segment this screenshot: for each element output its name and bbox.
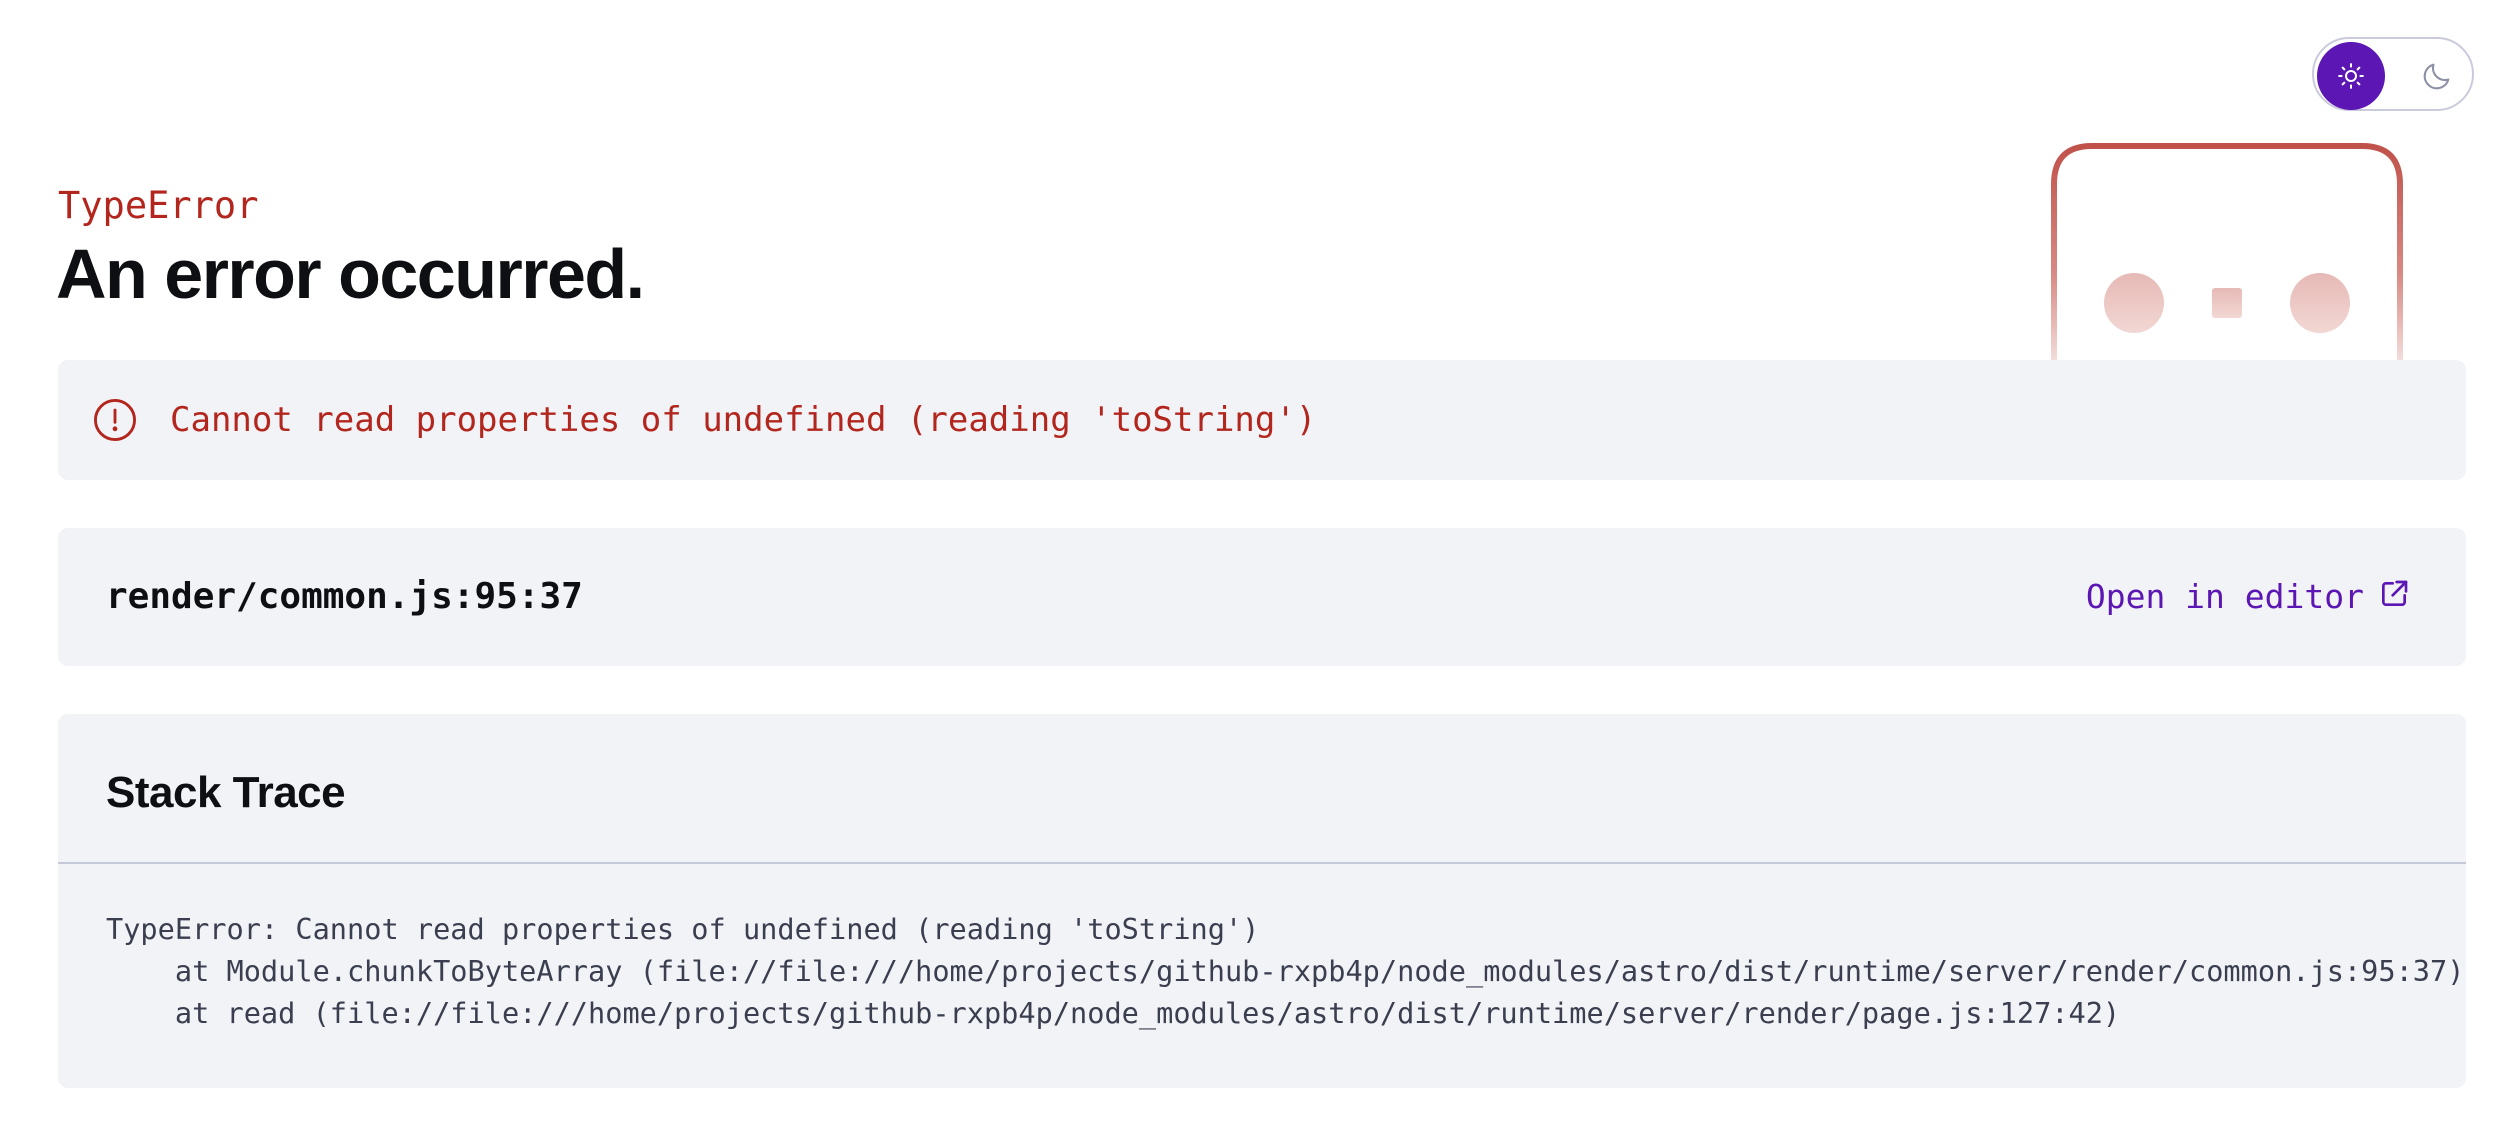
error-location-panel: render/common.js:95:37 Open in editor xyxy=(58,528,2466,666)
alert-circle-icon xyxy=(94,399,136,441)
open-in-editor-label: Open in editor xyxy=(2085,577,2364,616)
theme-toggle[interactable] xyxy=(2312,37,2474,111)
error-file-location: render/common.js:95:37 xyxy=(106,576,583,617)
light-theme-button[interactable] xyxy=(2317,42,2385,110)
stack-trace-panel: Stack Trace TypeError: Cannot read prope… xyxy=(58,714,2466,1088)
error-message-panel: Cannot read properties of undefined (rea… xyxy=(58,360,2466,480)
error-mascot-icon xyxy=(2051,143,2403,360)
stack-trace-line: at read (file://file:///home/projects/gi… xyxy=(106,996,2121,1030)
external-link-icon xyxy=(2382,580,2408,606)
error-message: Cannot read properties of undefined (rea… xyxy=(170,400,1317,440)
moon-icon xyxy=(2423,63,2450,90)
stack-trace-line: at Module.chunkToByteArray (file://file:… xyxy=(106,954,2465,988)
sun-icon xyxy=(2338,63,2364,89)
dark-theme-button[interactable] xyxy=(2403,42,2471,110)
stack-trace-line: TypeError: Cannot read properties of und… xyxy=(106,912,1260,946)
divider xyxy=(58,862,2466,864)
stack-trace-heading: Stack Trace xyxy=(106,768,346,817)
page-title: An error occurred. xyxy=(56,235,645,313)
error-mascot xyxy=(2050,140,2406,360)
stack-trace-body: TypeError: Cannot read properties of und… xyxy=(106,908,2464,1034)
error-type: TypeError xyxy=(58,184,259,227)
open-in-editor-button[interactable]: Open in editor xyxy=(2086,574,2410,620)
